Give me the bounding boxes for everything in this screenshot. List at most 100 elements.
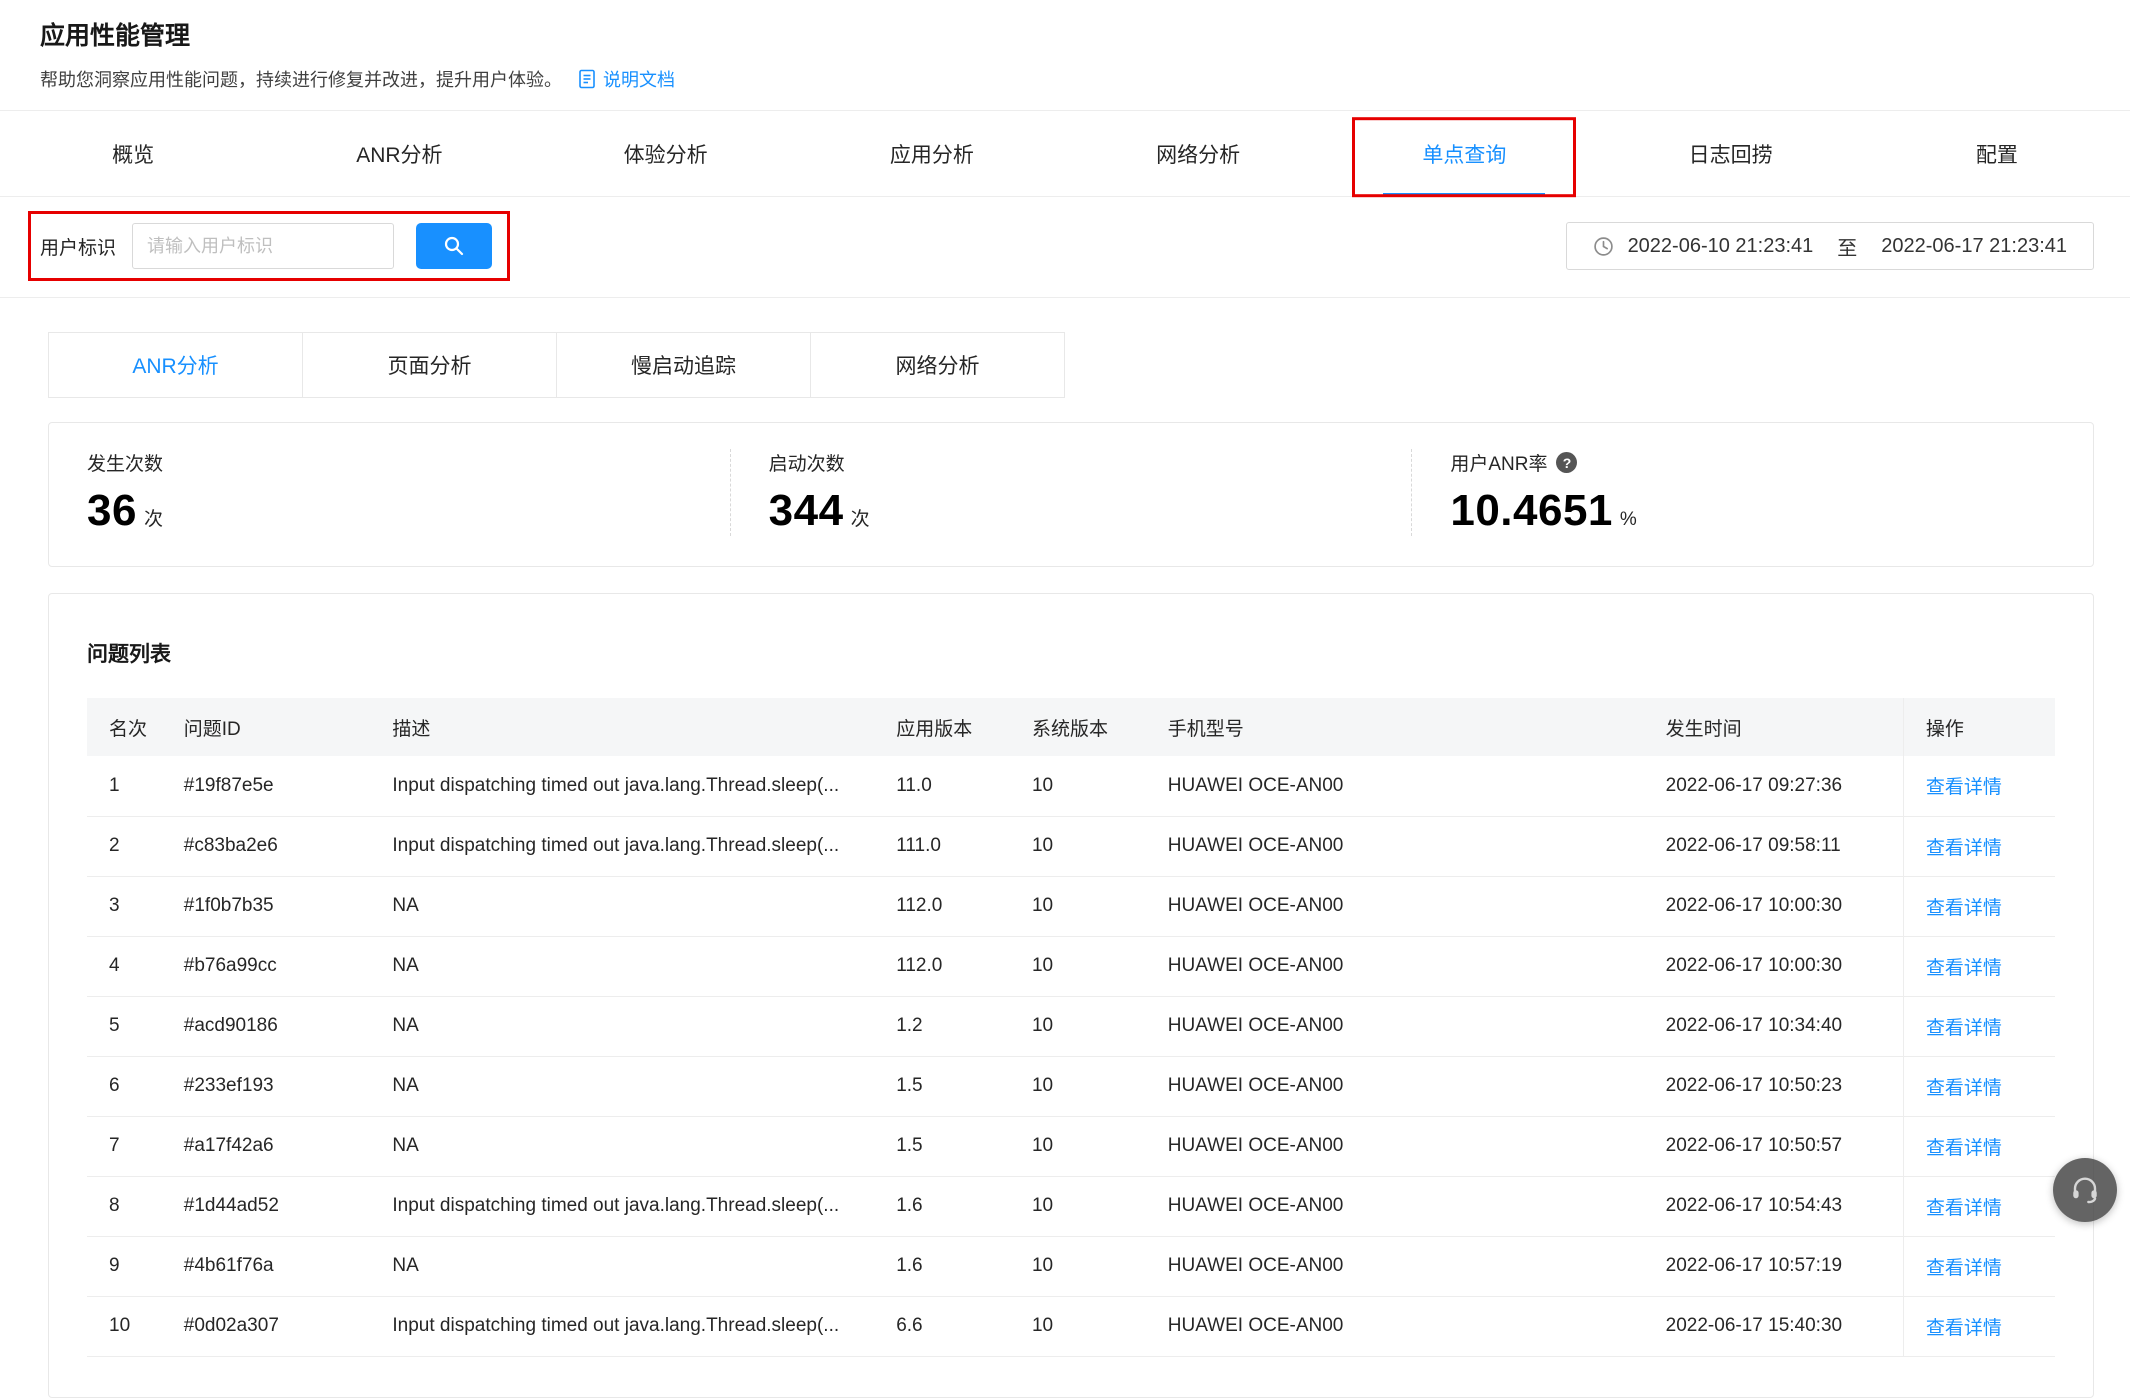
stat-label: 用户ANR率? bbox=[1450, 449, 2093, 476]
table-cell-rank: 2 bbox=[87, 816, 162, 876]
stat-value: 10.4651% bbox=[1450, 486, 2093, 536]
table-cell-description: NA bbox=[370, 1056, 874, 1116]
tab-experience-analysis[interactable]: 体验分析 bbox=[533, 111, 799, 196]
sub-tab-network-analysis[interactable]: 网络分析 bbox=[810, 332, 1065, 398]
table-cell-action: 查看详情 bbox=[1903, 1116, 2055, 1176]
column-header-os-version: 系统版本 bbox=[1010, 698, 1146, 756]
table-cell-rank: 7 bbox=[87, 1116, 162, 1176]
tab-anr-analysis[interactable]: ANR分析 bbox=[266, 111, 532, 196]
table-cell-app-version: 1.5 bbox=[874, 1116, 1010, 1176]
tab-label: 网络分析 bbox=[1156, 139, 1240, 169]
table-cell-action: 查看详情 bbox=[1903, 1236, 2055, 1296]
tab-label: 配置 bbox=[1976, 139, 2018, 169]
table-cell-issue-id: #c83ba2e6 bbox=[162, 816, 371, 876]
view-detail-link[interactable]: 查看详情 bbox=[1926, 1198, 2002, 1219]
table-cell-os-version: 10 bbox=[1010, 1056, 1146, 1116]
stat-user-anr-rate: 用户ANR率? 10.4651% bbox=[1411, 449, 2093, 536]
table-cell-action: 查看详情 bbox=[1903, 1296, 2055, 1356]
table-cell-os-version: 10 bbox=[1010, 1176, 1146, 1236]
table-cell-action: 查看详情 bbox=[1903, 816, 2055, 876]
search-group: 用户标识 bbox=[28, 211, 510, 281]
column-header-occur-time: 发生时间 bbox=[1644, 698, 1904, 756]
tab-overview[interactable]: 概览 bbox=[0, 111, 266, 196]
doc-link[interactable]: 说明文档 bbox=[578, 66, 675, 92]
issue-list-card: 问题列表 名次问题ID描述应用版本系统版本手机型号发生时间操作 1#19f87e… bbox=[48, 593, 2094, 1398]
stat-label: 启动次数 bbox=[769, 449, 1412, 476]
view-detail-link[interactable]: 查看详情 bbox=[1926, 958, 2002, 979]
table-row: 6#233ef193NA1.510HUAWEI OCE-AN002022-06-… bbox=[87, 1056, 2055, 1116]
stat-number: 344 bbox=[769, 486, 844, 535]
clock-icon bbox=[1593, 236, 1614, 257]
table-cell-occur-time: 2022-06-17 10:00:30 bbox=[1644, 876, 1904, 936]
tab-label: 单点查询 bbox=[1422, 139, 1506, 169]
search-row: 用户标识 2022-06-10 21:23:41 至 2022 bbox=[0, 197, 2130, 298]
table-cell-action: 查看详情 bbox=[1903, 1176, 2055, 1236]
issue-table: 名次问题ID描述应用版本系统版本手机型号发生时间操作 1#19f87e5eInp… bbox=[87, 698, 2055, 1357]
column-header-rank: 名次 bbox=[87, 698, 162, 756]
tab-log-retrieval[interactable]: 日志回捞 bbox=[1598, 111, 1864, 196]
table-cell-app-version: 1.5 bbox=[874, 1056, 1010, 1116]
stat-unit: 次 bbox=[851, 509, 871, 530]
sub-tab-page-analysis[interactable]: 页面分析 bbox=[302, 332, 557, 398]
page-subtitle: 帮助您洞察应用性能问题，持续进行修复并改进，提升用户体验。 bbox=[40, 66, 562, 92]
table-cell-issue-id: #233ef193 bbox=[162, 1056, 371, 1116]
view-detail-link[interactable]: 查看详情 bbox=[1926, 898, 2002, 919]
table-row: 2#c83ba2e6Input dispatching timed out ja… bbox=[87, 816, 2055, 876]
table-row: 3#1f0b7b35NA112.010HUAWEI OCE-AN002022-0… bbox=[87, 876, 2055, 936]
stat-launch-count: 启动次数 344 次 bbox=[730, 449, 1412, 536]
table-cell-description: NA bbox=[370, 876, 874, 936]
tab-label: 概览 bbox=[112, 139, 154, 169]
table-cell-description: NA bbox=[370, 1116, 874, 1176]
table-cell-issue-id: #4b61f76a bbox=[162, 1236, 371, 1296]
table-cell-occur-time: 2022-06-17 09:27:36 bbox=[1644, 756, 1904, 816]
tab-single-point-query[interactable]: 单点查询 bbox=[1331, 111, 1597, 196]
sub-tab-anr-analysis[interactable]: ANR分析 bbox=[48, 332, 303, 398]
date-range-start: 2022-06-10 21:23:41 bbox=[1628, 235, 1814, 258]
table-cell-rank: 3 bbox=[87, 876, 162, 936]
tab-configuration[interactable]: 配置 bbox=[1864, 111, 2130, 196]
view-detail-link[interactable]: 查看详情 bbox=[1926, 838, 2002, 859]
help-question-icon[interactable]: ? bbox=[1556, 452, 1577, 473]
document-icon bbox=[578, 69, 596, 89]
table-cell-description: NA bbox=[370, 1236, 874, 1296]
stat-unit: % bbox=[1620, 509, 1637, 530]
table-cell-os-version: 10 bbox=[1010, 1116, 1146, 1176]
table-cell-occur-time: 2022-06-17 10:00:30 bbox=[1644, 936, 1904, 996]
stat-number: 10.4651 bbox=[1450, 486, 1613, 535]
tab-network-analysis[interactable]: 网络分析 bbox=[1065, 111, 1331, 196]
sub-tab-bar: ANR分析页面分析慢启动追踪网络分析 bbox=[48, 332, 2094, 398]
table-cell-issue-id: #b76a99cc bbox=[162, 936, 371, 996]
view-detail-link[interactable]: 查看详情 bbox=[1926, 1318, 2002, 1339]
tab-app-analysis[interactable]: 应用分析 bbox=[799, 111, 1065, 196]
tab-label: 日志回捞 bbox=[1689, 139, 1773, 169]
table-cell-description: NA bbox=[370, 996, 874, 1056]
table-cell-action: 查看详情 bbox=[1903, 876, 2055, 936]
table-cell-occur-time: 2022-06-17 10:54:43 bbox=[1644, 1176, 1904, 1236]
table-cell-description: NA bbox=[370, 936, 874, 996]
stat-number: 36 bbox=[87, 486, 137, 535]
view-detail-link[interactable]: 查看详情 bbox=[1926, 777, 2002, 798]
main-tab-bar: 概览 ANR分析体验分析应用分析 网络分析 单点查询 日志回捞 配置 bbox=[0, 111, 2130, 197]
view-detail-link[interactable]: 查看详情 bbox=[1926, 1258, 2002, 1279]
view-detail-link[interactable]: 查看详情 bbox=[1926, 1138, 2002, 1159]
table-cell-rank: 10 bbox=[87, 1296, 162, 1356]
table-cell-issue-id: #acd90186 bbox=[162, 996, 371, 1056]
table-cell-occur-time: 2022-06-17 09:58:11 bbox=[1644, 816, 1904, 876]
table-cell-action: 查看详情 bbox=[1903, 996, 2055, 1056]
table-cell-app-version: 111.0 bbox=[874, 816, 1010, 876]
table-cell-occur-time: 2022-06-17 10:57:19 bbox=[1644, 1236, 1904, 1296]
sub-tab-slow-launch-tracking[interactable]: 慢启动追踪 bbox=[556, 332, 811, 398]
customer-service-button[interactable] bbox=[2053, 1158, 2117, 1222]
user-id-input[interactable] bbox=[132, 223, 394, 269]
stat-value: 344 次 bbox=[769, 486, 1412, 536]
stat-label-text: 用户ANR率 bbox=[1450, 449, 1547, 476]
table-cell-app-version: 6.6 bbox=[874, 1296, 1010, 1356]
search-button[interactable] bbox=[416, 223, 492, 269]
table-cell-rank: 8 bbox=[87, 1176, 162, 1236]
table-row: 8#1d44ad52Input dispatching timed out ja… bbox=[87, 1176, 2055, 1236]
table-cell-app-version: 1.6 bbox=[874, 1236, 1010, 1296]
date-range-picker[interactable]: 2022-06-10 21:23:41 至 2022-06-17 21:23:4… bbox=[1566, 222, 2094, 270]
date-range-end: 2022-06-17 21:23:41 bbox=[1881, 235, 2067, 258]
view-detail-link[interactable]: 查看详情 bbox=[1926, 1078, 2002, 1099]
view-detail-link[interactable]: 查看详情 bbox=[1926, 1018, 2002, 1039]
